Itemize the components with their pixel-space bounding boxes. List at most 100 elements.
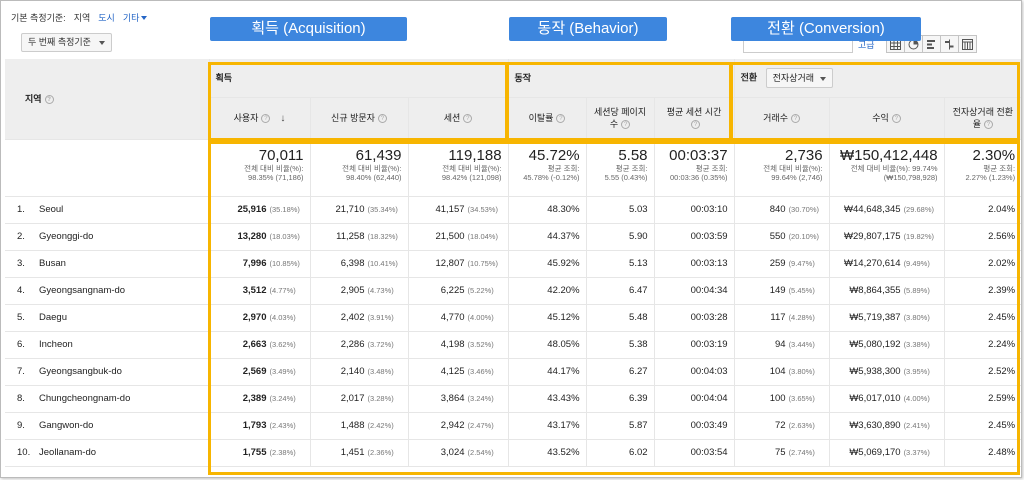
help-icon[interactable]: ? [44,95,54,105]
users-value: 2,970 [242,312,267,323]
dimension-other-dropdown[interactable]: 기타 [123,11,148,24]
ecom-rate-cell: 2.45% [944,412,1021,440]
row-index: 4. [17,285,25,296]
bounce-value: 42.20% [547,285,580,296]
users-percent: (3.24%) [269,394,296,403]
view-pivot-button[interactable] [958,35,977,53]
bounce-cell: 48.30% [508,196,587,224]
users-column-header[interactable]: 사용자? ↓ [209,97,311,140]
help-icon[interactable]: ? [463,114,473,124]
transactions-cell: 149 (5.45%) [734,277,830,305]
duration-column-header[interactable]: 평균 세션 시간? [654,97,735,140]
ecom-rate-column-header[interactable]: 전자상거래 전환율? [944,97,1021,140]
total-bounce-sub2: 45.78% (-0.12%) [523,172,580,182]
new-users-header-label: 신규 방문자 [331,113,375,123]
region-link[interactable]: Gyeongsangbuk-do [39,366,122,377]
bounce-value: 45.92% [547,258,580,269]
help-icon[interactable]: ? [691,120,701,130]
bounce-value: 43.43% [547,393,580,404]
region-cell: 7. Gyeongsangbuk-do [5,358,210,386]
chevron-down-icon [98,41,105,45]
conversion-goal-select[interactable]: 전자상거래 [765,67,834,88]
behavior-group-label: 동작 [514,73,532,84]
help-icon[interactable]: ? [891,114,901,124]
view-performance-button[interactable] [922,35,941,53]
pages-column-header[interactable]: 세션당 페이지 수? [586,97,655,140]
help-icon[interactable]: ? [261,113,271,123]
region-link[interactable]: Gyeonggi-do [39,231,93,242]
view-comparison-button[interactable] [940,35,959,53]
ecom-rate-cell: 2.39% [944,277,1021,305]
new-users-value: 6,398 [340,258,365,269]
help-icon[interactable]: ? [556,114,566,124]
help-icon[interactable]: ? [983,120,993,130]
new-users-percent: (35.34%) [367,205,398,214]
total-transactions-value: 2,736 [785,146,823,164]
users-header-label: 사용자 [233,112,259,123]
total-sessions-sub2: 98.42% (121,098) [441,172,502,182]
region-link[interactable]: Chungcheongnam-do [39,393,130,404]
row-index: 7. [17,366,25,377]
new-users-cell: 11,258 (18.32%) [310,223,409,251]
sessions-percent: (2.47%) [467,421,494,430]
sessions-cell: 21,500 (18.04%) [408,223,509,251]
pages-cell: 6.47 [586,277,655,305]
total-users-sub2: 98.35% (71,186) [248,172,304,182]
transactions-cell: 72 (2.63%) [734,412,830,440]
help-icon[interactable]: ? [621,120,631,130]
revenue-cell: ₩5,080,192 (3.38%) [829,331,945,359]
dimension-city-link[interactable]: 도시 [98,11,115,24]
duration-value: 00:03:59 [690,231,728,242]
region-link[interactable]: Daegu [39,312,67,323]
sessions-value: 21,500 [435,231,465,242]
region-link[interactable]: Gyeongsangnam-do [39,285,125,296]
revenue-percent: (9.49%) [903,259,930,268]
pivot-icon [962,38,973,50]
duration-value: 00:04:03 [690,366,728,377]
secondary-dimension-button[interactable]: 두 번째 측정기준 [21,33,112,52]
revenue-value: ₩5,719,387 [849,312,901,323]
chevron-down-icon [141,16,148,21]
users-percent: (4.03%) [269,313,296,322]
region-link[interactable]: Gangwon-do [39,420,93,431]
transactions-cell: 117 (4.28%) [734,304,830,332]
revenue-column-header[interactable]: 수익? [829,97,945,140]
new-users-cell: 1,451 (2.36%) [310,439,409,467]
region-link[interactable]: Seoul [39,204,63,215]
transactions-cell: 840 (30.70%) [734,196,830,224]
users-percent: (18.03%) [269,232,300,241]
revenue-value: ₩8,864,355 [849,285,901,296]
total-duration-sub2: 00:03:36 (0.35%) [670,172,728,182]
bounce-column-header[interactable]: 이탈률? [508,97,587,140]
new-users-column-header[interactable]: 신규 방문자? [310,97,409,140]
ecom-rate-cell: 2.04% [944,196,1021,224]
duration-cell: 00:03:13 [654,250,735,278]
ecom-rate-cell: 2.52% [944,358,1021,386]
help-icon[interactable]: ? [790,114,800,124]
ecom-rate-value: 2.24% [988,339,1016,350]
new-users-value: 2,905 [340,285,365,296]
sessions-column-header[interactable]: 세션? [408,97,509,140]
duration-value: 00:03:54 [690,447,728,458]
bounce-cell: 44.17% [508,358,587,386]
users-percent: (35.18%) [269,205,300,214]
sessions-cell: 4,198 (3.52%) [408,331,509,359]
revenue-value: ₩5,069,170 [849,447,901,458]
total-duration-sub1: 평균 조회: [695,163,728,173]
revenue-value: ₩5,080,192 [849,339,901,350]
bounce-value: 44.17% [547,366,580,377]
ecom-rate-cell: 2.59% [944,385,1021,413]
duration-cell: 00:04:34 [654,277,735,305]
table-row: 3. Busan 7,996 (10.85%) 6,398 (10.41%) 12,807(… [5,250,1021,278]
users-value: 1,755 [242,447,267,458]
total-duration: 00:03:37 평균 조회: 00:03:36 (0.35%) [654,139,735,197]
region-link[interactable]: Incheon [39,339,73,350]
region-link[interactable]: Jeollanam-do [39,447,96,458]
sessions-percent: (3.46%) [467,367,494,376]
pages-cell: 6.02 [586,439,655,467]
transactions-cell: 94 (3.44%) [734,331,830,359]
transactions-column-header[interactable]: 거래수? [734,97,830,140]
region-link[interactable]: Busan [39,258,66,269]
help-icon[interactable]: ? [377,114,387,124]
region-column-header[interactable]: 지역? [5,59,210,140]
